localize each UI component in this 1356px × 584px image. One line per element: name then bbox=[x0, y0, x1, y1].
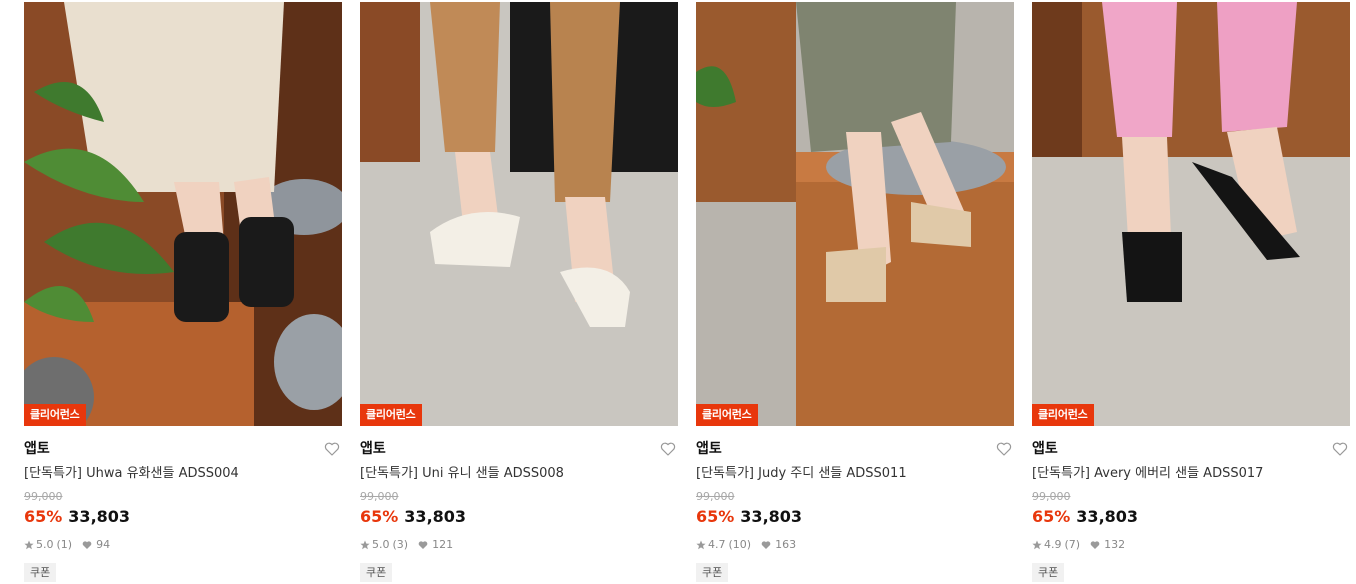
product-image[interactable]: 클리어런스 bbox=[360, 2, 678, 426]
rating-value: 5.0 bbox=[36, 538, 54, 551]
brand-name[interactable]: 앱토 bbox=[696, 440, 722, 458]
original-price: 99,000 bbox=[24, 490, 63, 503]
product-name[interactable]: [단독특가] Avery 에버리 샌들 ADSS017 bbox=[1032, 465, 1263, 483]
brand-name[interactable]: 앱토 bbox=[24, 440, 50, 458]
heart-outline-icon[interactable] bbox=[1332, 441, 1348, 457]
discount-rate: 65% bbox=[696, 507, 735, 526]
sale-price: 33,803 bbox=[404, 507, 467, 526]
like-count: 121 bbox=[432, 538, 454, 551]
coupon-tag: 쿠폰 bbox=[24, 563, 57, 582]
product-photo bbox=[24, 2, 342, 426]
product-card[interactable]: 클리어런스 앱토 [단독특가] Uni 유니 샌들 ADSS008 99,000… bbox=[360, 0, 678, 584]
heart-outline-icon[interactable] bbox=[324, 441, 340, 457]
rating-value: 5.0 bbox=[372, 538, 390, 551]
original-price: 99,000 bbox=[696, 490, 735, 503]
review-count: (10) bbox=[728, 538, 752, 551]
clearance-badge: 클리어런스 bbox=[1032, 404, 1094, 426]
clearance-badge: 클리어런스 bbox=[24, 404, 86, 426]
star-icon bbox=[24, 540, 34, 550]
brand-name[interactable]: 앱토 bbox=[360, 440, 386, 458]
like-count: 94 bbox=[96, 538, 111, 551]
product-photo bbox=[360, 2, 678, 426]
product-name[interactable]: [단독특가] Judy 주디 샌들 ADSS011 bbox=[696, 465, 907, 483]
like-count: 163 bbox=[775, 538, 797, 551]
product-card[interactable]: 클리어런스 앱토 [단독특가] Avery 에버리 샌들 ADSS017 99,… bbox=[1032, 0, 1350, 584]
sale-price: 33,803 bbox=[740, 507, 803, 526]
product-card[interactable]: 클리어런스 앱토 [단독특가] Uhwa 유화샌들 ADSS004 99,000… bbox=[24, 0, 342, 584]
coupon-tag: 쿠폰 bbox=[696, 563, 729, 582]
product-meta: 4.9 (7) 132 bbox=[1032, 538, 1125, 552]
original-price: 99,000 bbox=[1032, 490, 1071, 503]
heart-icon bbox=[761, 541, 771, 549]
price-row: 65% 33,803 bbox=[24, 507, 130, 527]
product-photo bbox=[1032, 2, 1350, 426]
heart-outline-icon[interactable] bbox=[996, 441, 1012, 457]
product-image[interactable]: 클리어런스 bbox=[696, 2, 1014, 426]
clearance-badge: 클리어런스 bbox=[696, 404, 758, 426]
product-image[interactable]: 클리어런스 bbox=[24, 2, 342, 426]
coupon-tag: 쿠폰 bbox=[360, 563, 393, 582]
review-count: (7) bbox=[1064, 538, 1081, 551]
heart-icon bbox=[418, 541, 428, 549]
discount-rate: 65% bbox=[24, 507, 63, 526]
coupon-tag: 쿠폰 bbox=[1032, 563, 1065, 582]
product-meta: 4.7 (10) 163 bbox=[696, 538, 796, 552]
sale-price: 33,803 bbox=[1076, 507, 1139, 526]
product-meta: 5.0 (3) 121 bbox=[360, 538, 453, 552]
rating-value: 4.9 bbox=[1044, 538, 1062, 551]
price-row: 65% 33,803 bbox=[1032, 507, 1138, 527]
rating-value: 4.7 bbox=[708, 538, 726, 551]
star-icon bbox=[696, 540, 706, 550]
brand-name[interactable]: 앱토 bbox=[1032, 440, 1058, 458]
product-name[interactable]: [단독특가] Uhwa 유화샌들 ADSS004 bbox=[24, 465, 239, 483]
like-count: 132 bbox=[1104, 538, 1126, 551]
review-count: (3) bbox=[392, 538, 409, 551]
price-row: 65% 33,803 bbox=[360, 507, 466, 527]
star-icon bbox=[360, 540, 370, 550]
heart-icon bbox=[82, 541, 92, 549]
discount-rate: 65% bbox=[360, 507, 399, 526]
product-meta: 5.0 (1) 94 bbox=[24, 538, 110, 552]
product-grid: 클리어런스 앱토 [단독특가] Uhwa 유화샌들 ADSS004 99,000… bbox=[0, 0, 1356, 584]
heart-icon bbox=[1090, 541, 1100, 549]
discount-rate: 65% bbox=[1032, 507, 1071, 526]
heart-outline-icon[interactable] bbox=[660, 441, 676, 457]
original-price: 99,000 bbox=[360, 490, 399, 503]
product-name[interactable]: [단독특가] Uni 유니 샌들 ADSS008 bbox=[360, 465, 564, 483]
review-count: (1) bbox=[56, 538, 73, 551]
product-photo bbox=[696, 2, 1014, 426]
product-image[interactable]: 클리어런스 bbox=[1032, 2, 1350, 426]
sale-price: 33,803 bbox=[68, 507, 131, 526]
price-row: 65% 33,803 bbox=[696, 507, 802, 527]
product-card[interactable]: 클리어런스 앱토 [단독특가] Judy 주디 샌들 ADSS011 99,00… bbox=[696, 0, 1014, 584]
star-icon bbox=[1032, 540, 1042, 550]
clearance-badge: 클리어런스 bbox=[360, 404, 422, 426]
